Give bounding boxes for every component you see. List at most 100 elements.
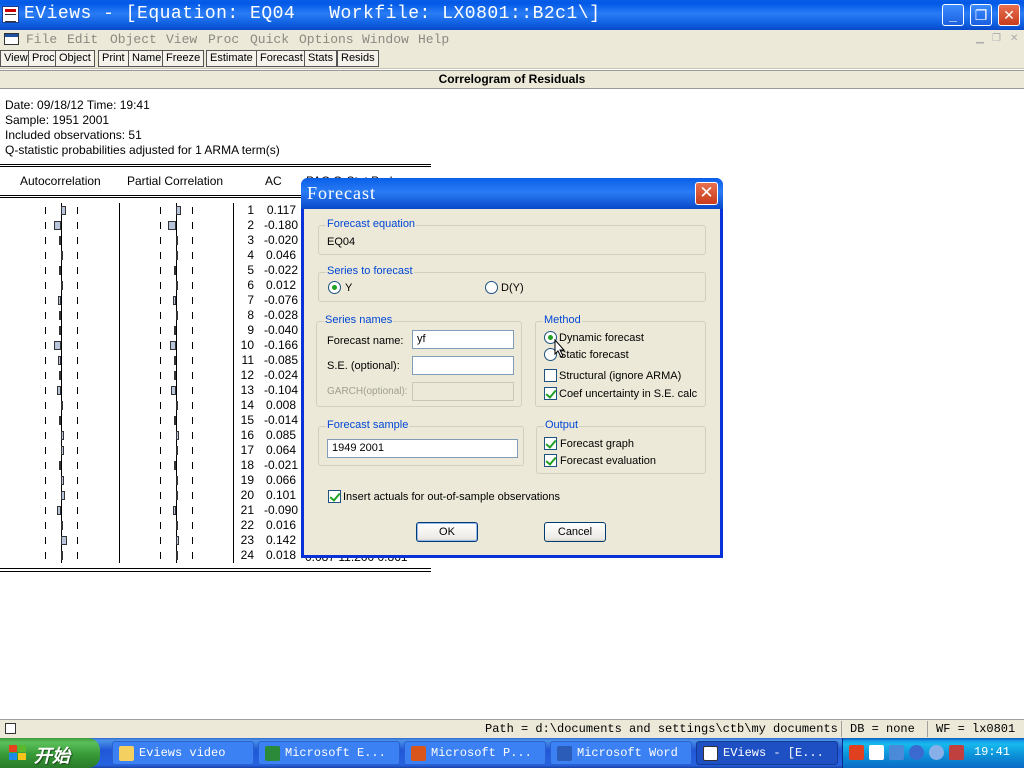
mdi-minimize-icon[interactable]: ▁ (976, 33, 984, 44)
correlogram-row: 23 0.142 (0, 533, 300, 548)
mdi-close-icon[interactable]: ✕ (1010, 33, 1018, 44)
radio-y[interactable] (328, 281, 341, 294)
ac-value: -0.076 (264, 293, 299, 307)
forecast-evaluation-checkbox[interactable] (544, 454, 557, 467)
restore-button[interactable]: ❐ (970, 4, 992, 26)
forecast-evaluation-label[interactable]: Forecast evaluation (560, 455, 656, 467)
forecast-name-label: Forecast name: (327, 335, 404, 347)
stats-button[interactable]: Stats (304, 50, 338, 67)
menu-edit[interactable]: Edit (67, 32, 98, 47)
estimate-button[interactable]: Estimate (206, 50, 257, 67)
menu-proc[interactable]: Proc (208, 32, 239, 47)
ac-axis (61, 353, 62, 368)
ac-value: -0.021 (264, 458, 299, 472)
print-button[interactable]: Print (98, 50, 129, 67)
dialog-title-bar[interactable]: Forecast (301, 178, 723, 209)
dynamic-forecast-label[interactable]: Dynamic forecast (559, 332, 644, 344)
structural-checkbox[interactable] (544, 369, 557, 382)
status-db[interactable]: DB = none (850, 722, 915, 736)
correlogram-row: 11 -0.085 (0, 353, 300, 368)
menu-object[interactable]: Object (110, 32, 157, 47)
correlogram-row: 16 0.085 (0, 428, 300, 443)
coef-uncertainty-label[interactable]: Coef uncertainty in S.E. calc (559, 388, 697, 400)
pac-axis (176, 503, 177, 518)
tray-app-icon[interactable] (849, 745, 864, 760)
ac-bound-right (77, 387, 78, 394)
network-icon[interactable] (889, 745, 904, 760)
structural-label[interactable]: Structural (ignore ARMA) (559, 370, 681, 382)
forecast-name-input[interactable]: yf (412, 330, 514, 349)
ac-bar (61, 281, 63, 290)
status-wf[interactable]: WF = lx0801 (936, 722, 1015, 736)
pac-bar (172, 296, 176, 305)
pac-bound-right (192, 357, 193, 364)
forecast-button[interactable]: Forecast (256, 50, 307, 67)
eviews-app-icon[interactable] (2, 6, 19, 23)
name-button[interactable]: Name (128, 50, 166, 67)
pac-bound-left (160, 507, 161, 514)
ac-bound-right (77, 297, 78, 304)
pac-bar (171, 386, 176, 395)
coef-uncertainty-checkbox[interactable] (544, 387, 557, 400)
se-input[interactable] (412, 356, 514, 375)
pac-bar (174, 416, 176, 425)
ac-bound-left (45, 327, 46, 334)
ac-bound-left (45, 237, 46, 244)
word-icon (557, 746, 572, 761)
table-top-rule (0, 164, 431, 165)
forecast-graph-checkbox[interactable] (544, 437, 557, 450)
ac-bound-left (45, 222, 46, 229)
pac-bound-left (160, 552, 161, 559)
pac-bar (176, 401, 178, 410)
start-button[interactable]: 开始 (0, 738, 100, 768)
status-path[interactable]: Path = d:\documents and settings\ctb\my … (485, 722, 838, 736)
insert-actuals-label[interactable]: Insert actuals for out-of-sample observa… (343, 491, 560, 503)
freeze-button[interactable]: Freeze (162, 50, 205, 67)
help-icon[interactable] (869, 745, 884, 760)
mdi-restore-icon[interactable]: ❐ (992, 33, 1001, 44)
pac-bound-left (160, 267, 161, 274)
resids-button[interactable]: Resids (337, 50, 379, 67)
task-eviews-video[interactable]: Eviews video (112, 741, 254, 765)
forecast-sample-input[interactable]: 1949 2001 (327, 439, 518, 458)
task-microsoft-powerpoint[interactable]: Microsoft P... (404, 741, 546, 765)
insert-actuals-checkbox[interactable] (328, 490, 341, 503)
menu-file[interactable]: File (26, 32, 57, 47)
menu-options[interactable]: Options (299, 32, 354, 47)
document-icon[interactable] (4, 33, 19, 45)
lag-value: 3 (247, 233, 254, 247)
static-forecast-label[interactable]: Static forecast (559, 349, 629, 361)
pac-axis (176, 368, 177, 383)
dialog-close-button[interactable]: ✕ (695, 182, 718, 205)
status-separator-1 (841, 721, 842, 737)
window-title-bar[interactable]: EViews - [Equation: EQ04 Workfile: LX080… (0, 0, 1024, 30)
menu-quick[interactable]: Quick (250, 32, 289, 47)
minimize-button[interactable]: _ (942, 4, 964, 26)
radio-y-label[interactable]: Y (345, 282, 352, 294)
task-eviews[interactable]: EViews - [E... (696, 741, 838, 765)
back-icon[interactable] (909, 745, 924, 760)
globe-icon[interactable] (929, 745, 944, 760)
task-microsoft-word[interactable]: Microsoft Word (550, 741, 692, 765)
cancel-button[interactable]: Cancel (544, 522, 606, 542)
close-button[interactable]: ✕ (998, 4, 1020, 26)
view-button[interactable]: View (0, 50, 32, 67)
ac-bound-left (45, 372, 46, 379)
status-indicator-icon[interactable] (5, 723, 16, 734)
ac-value: 0.085 (265, 428, 296, 442)
pac-bound-right (192, 432, 193, 439)
radio-dy-label[interactable]: D(Y) (501, 282, 524, 294)
volume-icon[interactable] (949, 745, 964, 760)
task-microsoft-excel[interactable]: Microsoft E... (258, 741, 400, 765)
forecast-graph-label[interactable]: Forecast graph (560, 438, 634, 450)
autocorrelation-header: Autocorrelation (20, 174, 101, 188)
report-observations: Included observations: 51 (5, 128, 142, 142)
radio-dy[interactable] (485, 281, 498, 294)
menu-help[interactable]: Help (418, 32, 449, 47)
lag-value: 5 (247, 263, 254, 277)
menu-view[interactable]: View (166, 32, 197, 47)
pac-bound-right (192, 537, 193, 544)
menu-window[interactable]: Window (362, 32, 409, 47)
ok-button[interactable]: OK (416, 522, 478, 542)
object-button[interactable]: Object (55, 50, 95, 67)
